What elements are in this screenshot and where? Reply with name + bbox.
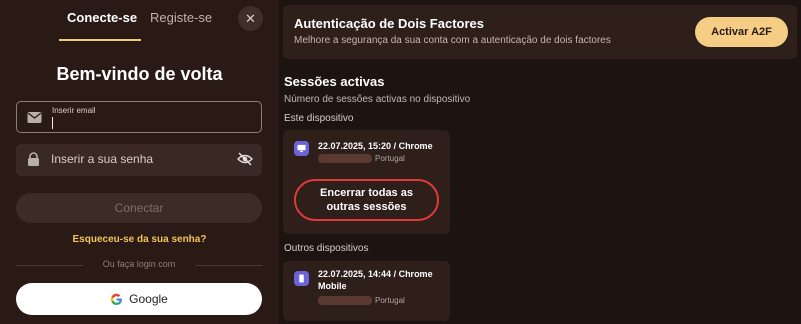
sessions-subtitle: Número de sessões activas no dispositivo bbox=[284, 94, 471, 105]
two-factor-title: Autenticação de Dois Factores bbox=[294, 16, 484, 31]
activate-2fa-button[interactable]: Activar A2F bbox=[695, 17, 788, 47]
session-location: Portugal bbox=[318, 296, 405, 306]
session-country: Portugal bbox=[375, 296, 405, 305]
phone-icon bbox=[294, 271, 309, 286]
active-tab-indicator bbox=[59, 39, 141, 41]
this-device-label: Este dispositivo bbox=[284, 113, 354, 124]
auth-tabs: Conecte-se Registe-se ✕ bbox=[0, 0, 279, 44]
password-field[interactable]: Inserir a sua senha bbox=[16, 144, 262, 176]
two-factor-card: Autenticação de Dois Factores Melhore a … bbox=[283, 5, 797, 59]
close-button[interactable]: ✕ bbox=[238, 6, 263, 31]
mail-icon bbox=[27, 112, 42, 123]
google-login-button[interactable]: Google bbox=[16, 283, 262, 315]
redacted-ip bbox=[318, 296, 372, 306]
end-all-sessions-button[interactable]: Encerrar todas as outras sessões bbox=[294, 179, 439, 221]
this-device-card: 22.07.2025, 15:20 / Chrome Portugal Ence… bbox=[283, 130, 450, 234]
other-device-card: 22.07.2025, 14:44 / Chrome Mobile Portug… bbox=[283, 261, 450, 321]
sessions-title: Sessões activas bbox=[284, 74, 385, 89]
eye-slash-icon[interactable] bbox=[237, 152, 253, 166]
other-devices-label: Outros dispositivos bbox=[284, 243, 369, 254]
welcome-heading: Bem-vindo de volta bbox=[56, 64, 223, 84]
password-placeholder: Inserir a sua senha bbox=[51, 152, 154, 166]
session-info: 22.07.2025, 14:44 / Chrome Mobile bbox=[318, 269, 433, 291]
session-info: 22.07.2025, 15:20 / Chrome bbox=[318, 141, 433, 151]
email-field-label: Inserir email bbox=[52, 106, 96, 115]
two-factor-description: Melhore a segurança da sua conta com a a… bbox=[294, 35, 611, 46]
close-icon: ✕ bbox=[245, 10, 256, 26]
text-caret bbox=[52, 117, 53, 129]
google-button-label: Google bbox=[129, 292, 168, 306]
session-location: Portugal bbox=[318, 154, 405, 164]
divider-line-right bbox=[195, 265, 262, 266]
login-panel: Conecte-se Registe-se ✕ Bem-vindo de vol… bbox=[0, 0, 279, 324]
tab-register[interactable]: Registe-se bbox=[150, 10, 212, 25]
tab-login[interactable]: Conecte-se bbox=[67, 10, 137, 25]
divider-text: Ou faça login com bbox=[102, 259, 176, 269]
forgot-password-link[interactable]: Esqueceu-se da sua senha? bbox=[0, 234, 279, 245]
social-divider: Ou faça login com bbox=[16, 259, 262, 269]
redacted-ip bbox=[318, 154, 372, 164]
session-country: Portugal bbox=[375, 154, 405, 163]
monitor-icon bbox=[294, 141, 309, 156]
google-icon bbox=[110, 293, 123, 305]
lock-icon bbox=[28, 152, 39, 166]
email-field[interactable]: Inserir email bbox=[16, 101, 262, 133]
connect-button[interactable]: Conectar bbox=[16, 193, 262, 223]
